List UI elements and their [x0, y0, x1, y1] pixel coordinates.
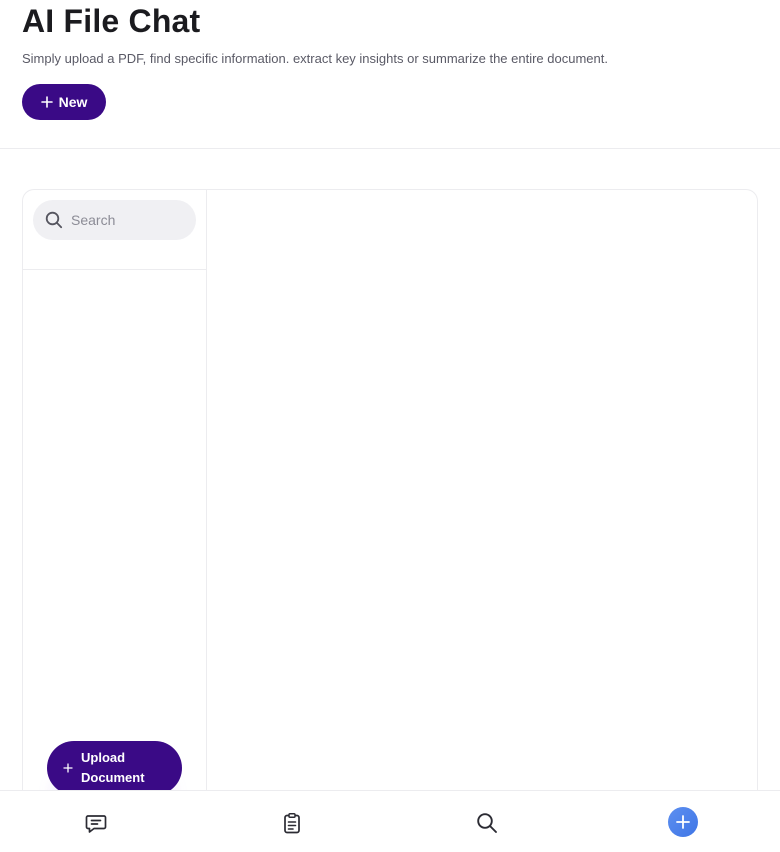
search-icon [477, 813, 497, 833]
search-area [23, 190, 207, 270]
chat-content-area [208, 190, 757, 819]
chat-icon [85, 815, 107, 833]
nav-documents[interactable] [280, 811, 304, 835]
page-subtitle: Simply upload a PDF, find specific infor… [22, 51, 608, 66]
search-box[interactable] [33, 200, 196, 240]
upload-button-label: Upload Document [81, 750, 145, 785]
chat-panel [22, 189, 758, 819]
clipboard-icon [284, 813, 300, 834]
search-icon [45, 211, 63, 229]
page-header: AI File Chat Simply upload a PDF, find s… [0, 0, 780, 149]
new-button-label: New [58, 94, 88, 110]
bottom-nav [0, 790, 780, 852]
search-input[interactable] [71, 212, 181, 228]
new-button[interactable]: New [22, 84, 106, 120]
nav-search[interactable] [475, 811, 499, 835]
nav-add-button[interactable] [668, 807, 698, 837]
plus-icon [63, 763, 73, 773]
page-title: AI File Chat [22, 3, 201, 39]
document-sidebar [23, 190, 207, 819]
nav-chat[interactable] [84, 811, 108, 835]
upload-document-button[interactable]: Upload Document [47, 741, 182, 795]
add-icon [676, 815, 690, 829]
plus-icon [40, 96, 53, 108]
